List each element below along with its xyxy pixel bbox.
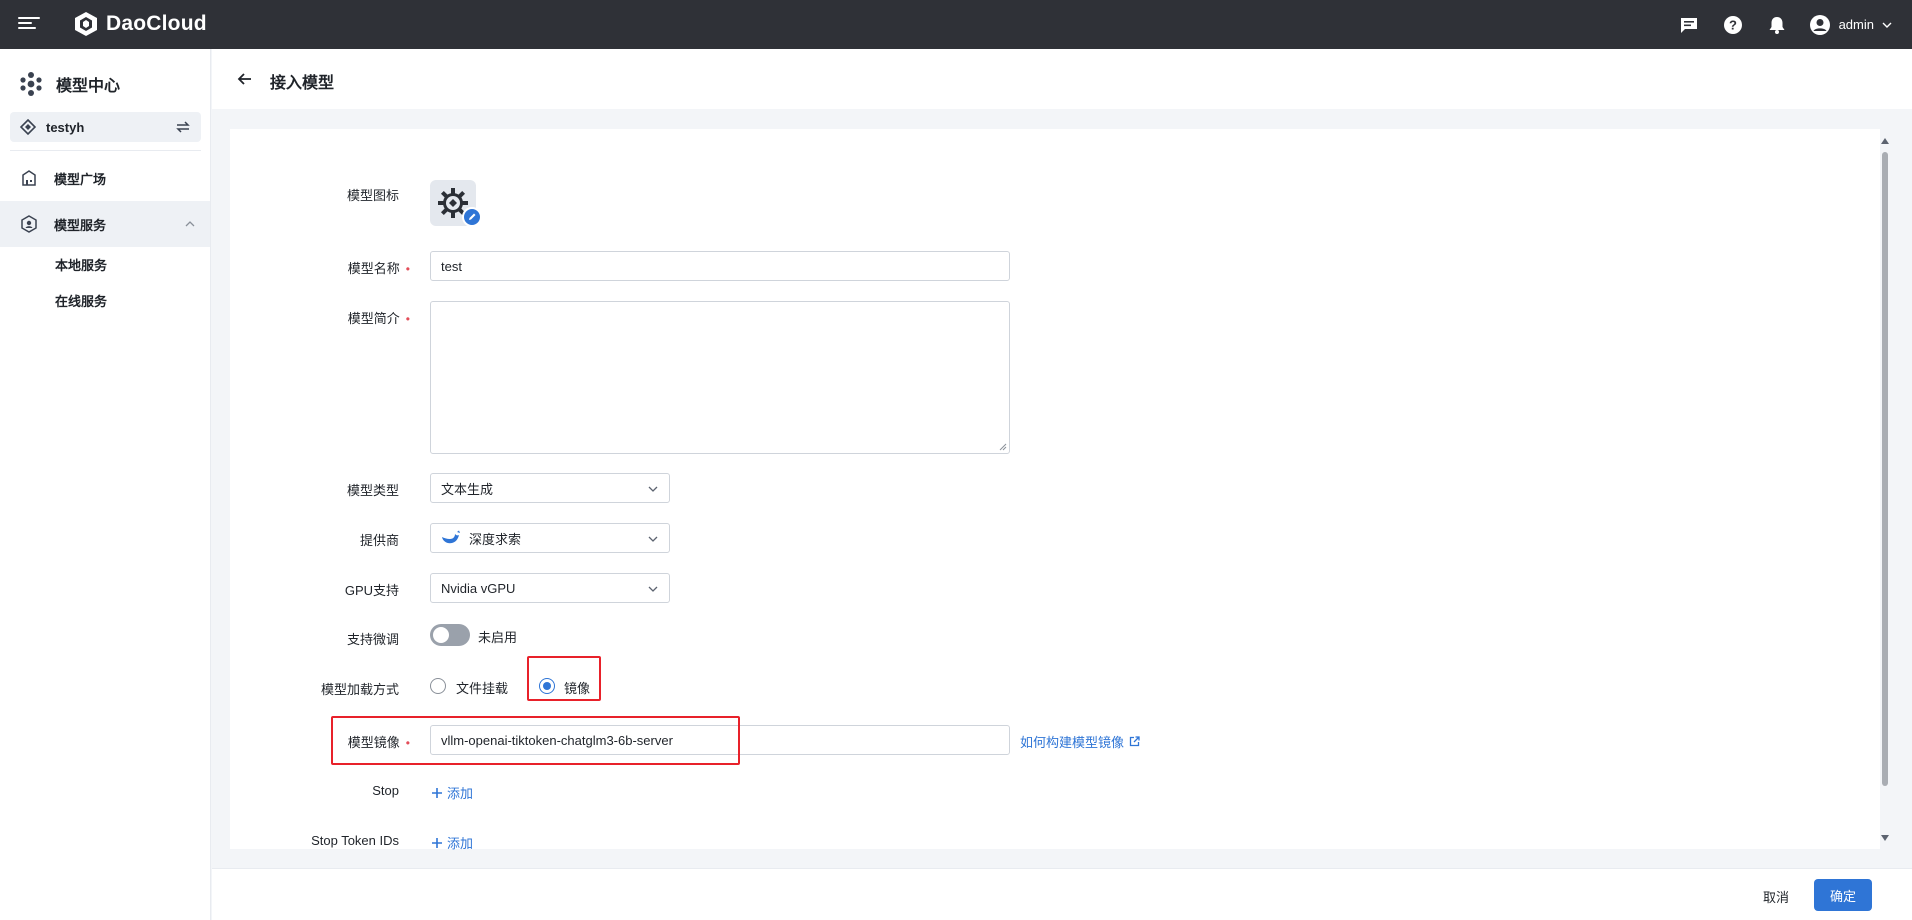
finetune-label: 支持微调 (346, 632, 399, 647)
user-menu[interactable]: admin (1809, 14, 1892, 36)
sidebar-subitem-online-service[interactable]: 在线服务 (55, 291, 107, 310)
gpu-label: GPU支持 (344, 583, 399, 598)
provider-select[interactable]: 深度求索 (430, 523, 670, 553)
provider-value: 深度求索 (469, 531, 522, 547)
radio-file-mount-label[interactable]: 文件挂载 (456, 678, 508, 697)
stop-label: Stop (372, 783, 399, 798)
chevron-down-icon (648, 536, 658, 542)
sidebar-item-label: 模型服务 (54, 217, 107, 233)
message-icon[interactable] (1677, 13, 1701, 37)
stop-token-add-button[interactable]: 添加 (431, 833, 473, 852)
model-intro-textarea[interactable] (430, 301, 1010, 454)
stop-add-label: 添加 (447, 786, 474, 801)
edit-pencil-icon[interactable] (462, 207, 482, 227)
intro-label: 模型简介 • (347, 311, 410, 326)
workspace-icon (20, 119, 36, 135)
avatar-icon (1809, 14, 1830, 35)
resize-handle-icon[interactable] (999, 443, 1007, 451)
toggle-knob (433, 627, 449, 643)
hamburger-menu-icon[interactable] (18, 14, 40, 34)
daocloud-logo-icon (75, 12, 97, 36)
brand-name: DaoCloud (106, 12, 207, 35)
chevron-down-icon (648, 586, 658, 592)
finetune-toggle[interactable] (430, 624, 470, 646)
cancel-button[interactable]: 取消 (1748, 881, 1804, 911)
image-help-link-text: 如何构建模型镜像 (1020, 735, 1125, 750)
name-label: 模型名称 • (347, 261, 410, 276)
scroll-up-icon[interactable] (1880, 137, 1890, 145)
sidebar-divider (10, 150, 201, 151)
radio-file-mount[interactable] (430, 678, 446, 694)
icon-label: 模型图标 (346, 188, 399, 203)
scrollbar-thumb[interactable] (1882, 152, 1888, 786)
chevron-down-icon (1882, 22, 1892, 28)
gpu-value: Nvidia vGPU (441, 580, 516, 596)
sidebar-item-model-plaza[interactable]: 模型广场 (0, 155, 210, 201)
building-icon (22, 170, 36, 186)
sidebar-title-text: 模型中心 (56, 78, 121, 95)
model-image-input[interactable]: vllm-openai-tiktoken-chatglm3-6b-server (430, 725, 1010, 755)
image-help-link[interactable]: 如何构建模型镜像 (1020, 732, 1140, 751)
model-type-select[interactable]: 文本生成 (430, 473, 670, 503)
stop-add-button[interactable]: 添加 (431, 783, 473, 802)
sidebar-subitem-local-service[interactable]: 本地服务 (55, 255, 107, 274)
plus-icon (432, 787, 442, 798)
radio-image[interactable] (539, 678, 555, 694)
model-center-icon (20, 72, 42, 96)
page-header: 接入模型 (212, 49, 1912, 109)
back-arrow-icon[interactable] (236, 70, 254, 88)
bell-icon[interactable] (1765, 13, 1789, 37)
sidebar: 模型中心 testyh 模型广场 模型服务 本地服务 在线服务 (0, 49, 211, 920)
model-name-input[interactable]: test (430, 251, 1010, 281)
sidebar-item-label: 模型广场 (54, 171, 107, 187)
chevron-down-icon (648, 486, 658, 492)
chevron-up-icon (185, 221, 195, 227)
stop-token-add-label: 添加 (447, 836, 474, 851)
deepseek-whale-icon (442, 530, 460, 544)
footer-bar (212, 868, 1912, 920)
stop-token-label: Stop Token IDs (311, 833, 399, 848)
user-name: admin (1838, 17, 1874, 32)
service-icon (21, 215, 37, 233)
model-type-value: 文本生成 (441, 481, 494, 497)
page-title: 接入模型 (270, 75, 335, 92)
gpu-select[interactable]: Nvidia vGPU (430, 573, 670, 603)
workspace-switcher[interactable]: testyh (10, 112, 201, 142)
workspace-name: testyh (46, 119, 85, 135)
confirm-button[interactable]: 确定 (1814, 879, 1872, 911)
svg-text:?: ? (1729, 17, 1737, 32)
radio-image-label[interactable]: 镜像 (564, 678, 590, 697)
brand[interactable]: DaoCloud (72, 10, 207, 38)
sidebar-item-model-service[interactable]: 模型服务 (0, 201, 210, 247)
switch-icon[interactable] (175, 120, 191, 134)
plus-icon (432, 837, 442, 848)
sidebar-title: 模型中心 (18, 71, 120, 97)
load-method-label: 模型加载方式 (320, 682, 399, 697)
type-label: 模型类型 (346, 483, 399, 498)
image-label: 模型镜像 • (347, 735, 410, 750)
top-bar: DaoCloud ? admin (0, 0, 1912, 49)
scroll-down-icon[interactable] (1880, 834, 1890, 842)
provider-label: 提供商 (359, 533, 399, 548)
finetune-status: 未启用 (478, 630, 518, 645)
help-icon[interactable]: ? (1721, 13, 1745, 37)
external-link-icon (1129, 736, 1140, 747)
